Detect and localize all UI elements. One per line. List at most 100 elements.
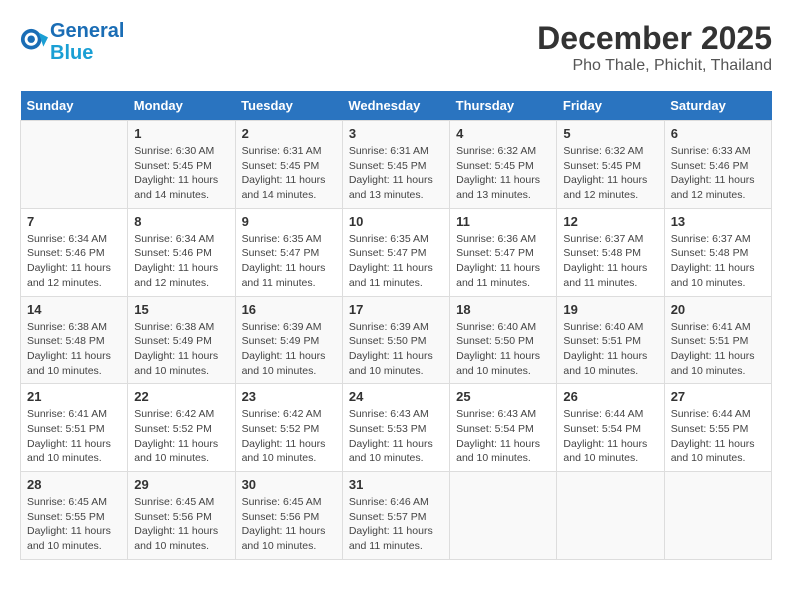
calendar-week-row: 21 Sunrise: 6:41 AM Sunset: 5:51 PM Dayli…	[21, 384, 772, 472]
day-number: 3	[349, 126, 443, 141]
calendar-cell: 24Sunrise: 6:43 AM Sunset: 5:53 PM Dayli…	[342, 384, 449, 472]
calendar-cell	[450, 472, 557, 560]
day-info: Sunrise: 6:32 AM Sunset: 5:45 PM Dayligh…	[563, 144, 657, 203]
calendar-cell	[557, 472, 664, 560]
day-info: Sunrise: 6:31 AM Sunset: 5:45 PM Dayligh…	[349, 144, 443, 203]
logo-blue: Blue	[50, 42, 124, 64]
logo-icon	[20, 28, 48, 56]
calendar-week-row: 14 Sunrise: 6:38 AM Sunset: 5:48 PM Dayli…	[21, 296, 772, 384]
calendar-cell: 29 Sunrise: 6:45 AM Sunset: 5:56 PM Dayli…	[128, 472, 235, 560]
day-info: Sunrise: 6:43 AM Sunset: 5:53 PM Dayligh…	[349, 407, 443, 466]
calendar-cell: 27 Sunrise: 6:44 AM Sunset: 5:55 PM Dayli…	[664, 384, 771, 472]
title-block: December 2025 Pho Thale, Phichit, Thaila…	[537, 20, 772, 75]
weekday-header: Friday	[557, 91, 664, 121]
day-number: 20	[671, 302, 765, 317]
calendar-cell: 10 Sunrise: 6:35 AM Sunset: 5:47 PM Dayli…	[342, 208, 449, 296]
day-number: 10	[349, 214, 443, 229]
day-info: Sunrise: 6:41 AM Sunset: 5:51 PM Dayligh…	[671, 320, 765, 379]
calendar-cell: 6 Sunrise: 6:33 AM Sunset: 5:46 PM Daylig…	[664, 121, 771, 209]
weekday-header: Sunday	[21, 91, 128, 121]
day-info: Sunrise: 6:41 AM Sunset: 5:51 PM Dayligh…	[27, 407, 121, 466]
page-header: General Blue December 2025 Pho Thale, Ph…	[20, 20, 772, 75]
calendar-cell: 11Sunrise: 6:36 AM Sunset: 5:47 PM Dayli…	[450, 208, 557, 296]
calendar-cell: 16Sunrise: 6:39 AM Sunset: 5:49 PM Dayli…	[235, 296, 342, 384]
day-info: Sunrise: 6:37 AM Sunset: 5:48 PM Dayligh…	[671, 232, 765, 291]
calendar-week-row: 28 Sunrise: 6:45 AM Sunset: 5:55 PM Dayli…	[21, 472, 772, 560]
day-number: 8	[134, 214, 228, 229]
day-number: 27	[671, 389, 765, 404]
day-info: Sunrise: 6:31 AM Sunset: 5:45 PM Dayligh…	[242, 144, 336, 203]
calendar-cell: 7 Sunrise: 6:34 AM Sunset: 5:46 PM Daylig…	[21, 208, 128, 296]
logo: General Blue	[20, 20, 124, 64]
day-info: Sunrise: 6:35 AM Sunset: 5:47 PM Dayligh…	[242, 232, 336, 291]
day-info: Sunrise: 6:43 AM Sunset: 5:54 PM Dayligh…	[456, 407, 550, 466]
day-number: 29	[134, 477, 228, 492]
day-info: Sunrise: 6:45 AM Sunset: 5:56 PM Dayligh…	[242, 495, 336, 554]
day-number: 31	[349, 477, 443, 492]
calendar-cell: 17 Sunrise: 6:39 AM Sunset: 5:50 PM Dayli…	[342, 296, 449, 384]
weekday-header: Wednesday	[342, 91, 449, 121]
calendar-cell: 31 Sunrise: 6:46 AM Sunset: 5:57 PM Dayli…	[342, 472, 449, 560]
day-number: 9	[242, 214, 336, 229]
day-number: 22	[134, 389, 228, 404]
day-number: 11	[456, 214, 550, 229]
calendar-table: SundayMondayTuesdayWednesdayThursdayFrid…	[20, 91, 772, 560]
weekday-header: Tuesday	[235, 91, 342, 121]
page-title: December 2025	[537, 20, 772, 57]
day-info: Sunrise: 6:40 AM Sunset: 5:51 PM Dayligh…	[563, 320, 657, 379]
calendar-cell: 12Sunrise: 6:37 AM Sunset: 5:48 PM Dayli…	[557, 208, 664, 296]
day-number: 5	[563, 126, 657, 141]
day-number: 23	[242, 389, 336, 404]
day-number: 6	[671, 126, 765, 141]
calendar-cell: 26Sunrise: 6:44 AM Sunset: 5:54 PM Dayli…	[557, 384, 664, 472]
logo-general: General	[50, 20, 124, 42]
day-info: Sunrise: 6:35 AM Sunset: 5:47 PM Dayligh…	[349, 232, 443, 291]
calendar-cell: 9 Sunrise: 6:35 AM Sunset: 5:47 PM Daylig…	[235, 208, 342, 296]
day-info: Sunrise: 6:33 AM Sunset: 5:46 PM Dayligh…	[671, 144, 765, 203]
day-info: Sunrise: 6:40 AM Sunset: 5:50 PM Dayligh…	[456, 320, 550, 379]
day-number: 26	[563, 389, 657, 404]
calendar-cell: 3 Sunrise: 6:31 AM Sunset: 5:45 PM Daylig…	[342, 121, 449, 209]
day-number: 16	[242, 302, 336, 317]
calendar-cell: 18 Sunrise: 6:40 AM Sunset: 5:50 PM Dayli…	[450, 296, 557, 384]
day-number: 2	[242, 126, 336, 141]
day-info: Sunrise: 6:44 AM Sunset: 5:55 PM Dayligh…	[671, 407, 765, 466]
calendar-cell: 13Sunrise: 6:37 AM Sunset: 5:48 PM Dayli…	[664, 208, 771, 296]
day-number: 14	[27, 302, 121, 317]
day-number: 25	[456, 389, 550, 404]
calendar-cell: 2 Sunrise: 6:31 AM Sunset: 5:45 PM Daylig…	[235, 121, 342, 209]
day-number: 28	[27, 477, 121, 492]
day-number: 21	[27, 389, 121, 404]
weekday-header: Saturday	[664, 91, 771, 121]
calendar-cell: 30 Sunrise: 6:45 AM Sunset: 5:56 PM Dayli…	[235, 472, 342, 560]
day-number: 1	[134, 126, 228, 141]
day-info: Sunrise: 6:38 AM Sunset: 5:49 PM Dayligh…	[134, 320, 228, 379]
day-number: 7	[27, 214, 121, 229]
calendar-cell: 15 Sunrise: 6:38 AM Sunset: 5:49 PM Dayli…	[128, 296, 235, 384]
day-info: Sunrise: 6:45 AM Sunset: 5:55 PM Dayligh…	[27, 495, 121, 554]
day-number: 17	[349, 302, 443, 317]
day-info: Sunrise: 6:45 AM Sunset: 5:56 PM Dayligh…	[134, 495, 228, 554]
calendar-cell: 20 Sunrise: 6:41 AM Sunset: 5:51 PM Dayli…	[664, 296, 771, 384]
calendar-cell: 5 Sunrise: 6:32 AM Sunset: 5:45 PM Daylig…	[557, 121, 664, 209]
calendar-cell: 25 Sunrise: 6:43 AM Sunset: 5:54 PM Dayli…	[450, 384, 557, 472]
calendar-cell: 1Sunrise: 6:30 AM Sunset: 5:45 PM Daylig…	[128, 121, 235, 209]
day-info: Sunrise: 6:32 AM Sunset: 5:45 PM Dayligh…	[456, 144, 550, 203]
day-info: Sunrise: 6:42 AM Sunset: 5:52 PM Dayligh…	[242, 407, 336, 466]
calendar-week-row: 1Sunrise: 6:30 AM Sunset: 5:45 PM Daylig…	[21, 121, 772, 209]
calendar-cell	[21, 121, 128, 209]
day-info: Sunrise: 6:38 AM Sunset: 5:48 PM Dayligh…	[27, 320, 121, 379]
day-number: 30	[242, 477, 336, 492]
day-info: Sunrise: 6:42 AM Sunset: 5:52 PM Dayligh…	[134, 407, 228, 466]
day-info: Sunrise: 6:46 AM Sunset: 5:57 PM Dayligh…	[349, 495, 443, 554]
calendar-cell: 14 Sunrise: 6:38 AM Sunset: 5:48 PM Dayli…	[21, 296, 128, 384]
day-number: 15	[134, 302, 228, 317]
calendar-cell: 21 Sunrise: 6:41 AM Sunset: 5:51 PM Dayli…	[21, 384, 128, 472]
day-number: 18	[456, 302, 550, 317]
day-info: Sunrise: 6:34 AM Sunset: 5:46 PM Dayligh…	[27, 232, 121, 291]
calendar-cell: 19Sunrise: 6:40 AM Sunset: 5:51 PM Dayli…	[557, 296, 664, 384]
calendar-week-row: 7 Sunrise: 6:34 AM Sunset: 5:46 PM Daylig…	[21, 208, 772, 296]
day-info: Sunrise: 6:39 AM Sunset: 5:50 PM Dayligh…	[349, 320, 443, 379]
day-number: 4	[456, 126, 550, 141]
weekday-header: Thursday	[450, 91, 557, 121]
